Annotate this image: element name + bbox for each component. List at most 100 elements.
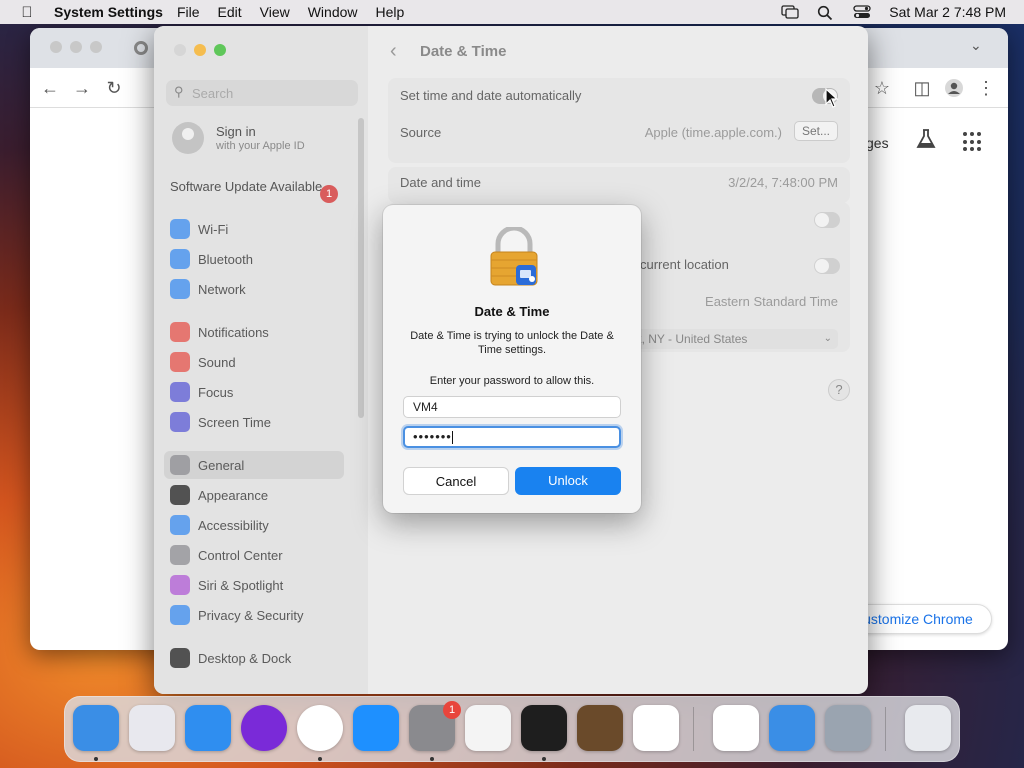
- side-panel-icon[interactable]: ◫: [912, 78, 932, 98]
- search-icon: ⚲: [174, 84, 184, 99]
- garageband-icon[interactable]: [577, 705, 623, 751]
- launchpad-icon[interactable]: [129, 705, 175, 751]
- labs-flask-icon[interactable]: [915, 128, 937, 156]
- control-center-icon[interactable]: [853, 5, 871, 19]
- visual-studio-icon[interactable]: [713, 705, 759, 751]
- sidebar-item-label: Privacy & Security: [198, 607, 304, 623]
- settings-sidebar: ⚲ Search Sign in with your Apple ID Soft…: [154, 26, 368, 694]
- chrome-menu-icon[interactable]: ⋮: [976, 78, 996, 98]
- back-arrow-icon[interactable]: ←: [40, 78, 60, 98]
- location-label: current location: [640, 257, 729, 272]
- chrome-icon[interactable]: [297, 705, 343, 751]
- safari-icon[interactable]: [185, 705, 231, 751]
- sidebar-item-focus[interactable]: Focus: [164, 378, 344, 406]
- sidebar-item-label: Siri & Spotlight: [198, 577, 284, 593]
- cancel-button[interactable]: Cancel: [403, 467, 509, 495]
- running-indicator: [542, 757, 546, 761]
- source-row: Source Apple (time.apple.com.) Set...: [400, 121, 838, 141]
- page-title: Date & Time: [420, 43, 507, 60]
- window-minimize-button[interactable]: [194, 44, 206, 56]
- menu-help[interactable]: Help: [376, 4, 405, 20]
- auto-timezone-toggle[interactable]: [814, 212, 840, 228]
- closest-city-select[interactable]: York, NY - United States ⌄: [612, 329, 838, 349]
- control-center-icon: [170, 545, 190, 565]
- auto-time-label: Set time and date automatically: [400, 88, 582, 103]
- sidebar-item-appearance[interactable]: Appearance: [164, 481, 344, 509]
- location-toggle[interactable]: [814, 258, 840, 274]
- mouse-cursor-icon: [825, 88, 839, 108]
- sidebar-item-control-center[interactable]: Control Center: [164, 541, 344, 569]
- textedit-icon[interactable]: [465, 705, 511, 751]
- apple-menu-icon[interactable]: : [12, 4, 42, 21]
- trash-icon[interactable]: [905, 705, 951, 751]
- sidebar-scrollbar[interactable]: [358, 118, 364, 418]
- reload-icon[interactable]: ↻: [104, 78, 124, 98]
- running-indicator: [94, 757, 98, 761]
- google-apps-icon[interactable]: [963, 132, 983, 152]
- bookmark-star-icon[interactable]: ☆: [872, 78, 892, 98]
- sidebar-item-sound[interactable]: Sound: [164, 348, 344, 376]
- chrome-minimize-button[interactable]: [70, 41, 82, 53]
- hand-icon: [170, 605, 190, 625]
- source-set-button[interactable]: Set...: [793, 121, 838, 141]
- dock-badge: 1: [443, 701, 461, 719]
- sidebar-item-label: Desktop & Dock: [198, 650, 292, 666]
- dock-icon: [170, 648, 190, 668]
- forward-arrow-icon[interactable]: →: [72, 78, 92, 98]
- date-time-value: 3/2/24, 7:48:00 PM: [728, 175, 838, 190]
- menu-bar-clock[interactable]: Sat Mar 2 7:48 PM: [889, 4, 1006, 20]
- chrome-zoom-button[interactable]: [90, 41, 102, 53]
- sidebar-item-bluetooth[interactable]: Bluetooth: [164, 245, 344, 273]
- app-store-icon[interactable]: [353, 705, 399, 751]
- sidebar-item-screen-time[interactable]: Screen Time: [164, 408, 344, 436]
- menu-app-name[interactable]: System Settings: [54, 4, 163, 20]
- firefox-icon[interactable]: [241, 705, 287, 751]
- terminal-icon[interactable]: [521, 705, 567, 751]
- source-value: Apple (time.apple.com.): [644, 125, 782, 140]
- screen-mirroring-icon[interactable]: [781, 5, 799, 19]
- chrome-close-button[interactable]: [50, 41, 62, 53]
- menu-window[interactable]: Window: [308, 4, 358, 20]
- menu-file[interactable]: File: [177, 4, 200, 20]
- auto-time-group: Set time and date automatically Source A…: [388, 78, 850, 163]
- weather-icon[interactable]: [769, 705, 815, 751]
- software-update-item[interactable]: Software Update Available: [170, 179, 330, 195]
- settings-search-input[interactable]: ⚲ Search: [166, 80, 358, 106]
- sidebar-item-desktop-dock[interactable]: Desktop & Dock: [164, 644, 344, 672]
- spotlight-search-icon[interactable]: [817, 5, 835, 21]
- unlock-button[interactable]: Unlock: [515, 467, 621, 495]
- vscode-icon[interactable]: [633, 705, 679, 751]
- sidebar-item-label: General: [198, 457, 245, 473]
- password-field[interactable]: •••••••: [403, 426, 621, 448]
- search-placeholder: Search: [192, 86, 234, 101]
- username-field[interactable]: VM4: [403, 396, 621, 418]
- sidebar-item-accessibility[interactable]: Accessibility: [164, 511, 344, 539]
- sidebar-item-network[interactable]: Network: [164, 275, 344, 303]
- dialog-title: Date & Time: [474, 304, 550, 319]
- timezone-value: Eastern Standard Time: [705, 294, 838, 309]
- sidebar-item-privacy-security[interactable]: Privacy & Security: [164, 601, 344, 629]
- sidebar-item-label: Accessibility: [198, 517, 269, 533]
- bluetooth-icon: [170, 249, 190, 269]
- help-button[interactable]: ?: [828, 379, 850, 401]
- dock-separator: [885, 707, 886, 751]
- source-label: Source: [400, 125, 442, 140]
- apple-id-signin[interactable]: Sign in with your Apple ID: [172, 122, 362, 158]
- finder-folder-icon[interactable]: [825, 705, 871, 751]
- profile-avatar-icon[interactable]: [944, 78, 964, 98]
- window-close-button[interactable]: [174, 44, 186, 56]
- window-zoom-button[interactable]: [214, 44, 226, 56]
- tab-search-chevron-icon[interactable]: ⌄: [970, 37, 982, 54]
- screen-time-icon: [170, 412, 190, 432]
- sidebar-item-notifications[interactable]: Notifications: [164, 318, 344, 346]
- menu-view[interactable]: View: [260, 4, 290, 20]
- sidebar-item-siri-spotlight[interactable]: Siri & Spotlight: [164, 571, 344, 599]
- finder-icon[interactable]: [73, 705, 119, 751]
- date-time-row: Date and time 3/2/24, 7:48:00 PM: [400, 175, 838, 190]
- back-chevron-icon[interactable]: ‹: [390, 40, 397, 63]
- sidebar-item-general[interactable]: General: [164, 451, 344, 479]
- sidebar-item-wi-fi[interactable]: Wi-Fi: [164, 215, 344, 243]
- ntp-images-link[interactable]: ges: [866, 135, 889, 151]
- sidebar-item-label: Control Center: [198, 547, 283, 563]
- menu-edit[interactable]: Edit: [218, 4, 242, 20]
